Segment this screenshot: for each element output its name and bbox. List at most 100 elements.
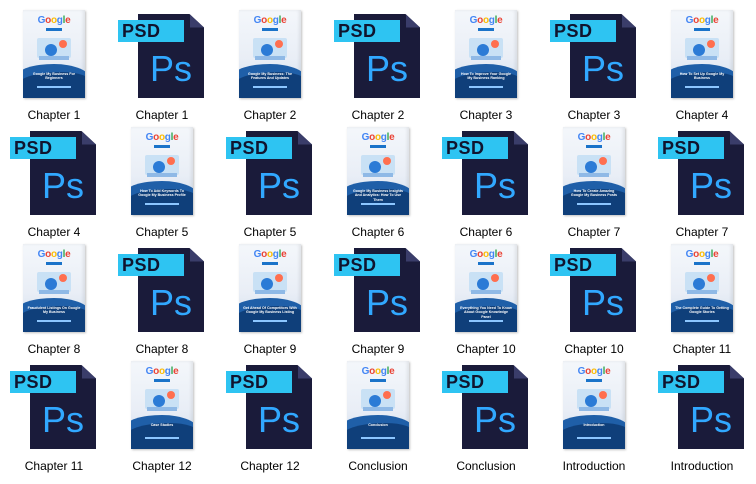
file-name-label: Introduction (562, 459, 626, 473)
ebook-cover-file-item[interactable]: Google How To Improve Your Google My Busi… (432, 8, 540, 125)
psd-file-icon: PSD Ps (544, 8, 644, 100)
psd-file-icon: PSD Ps (220, 125, 320, 217)
cover-illustration-dot (599, 157, 607, 165)
cover-illustration-bar (471, 56, 501, 60)
cover-subtitle-bar (262, 28, 278, 31)
cover-illustration-circle (477, 278, 489, 290)
ebook-cover-thumbnail: Google Conclusion (328, 359, 428, 451)
file-name-label: Chapter 1 (27, 108, 81, 122)
logo-letter: e (65, 249, 71, 260)
photoshop-document-icon: PSD Ps (220, 359, 320, 451)
logo-letter: e (389, 366, 395, 377)
psd-file-item[interactable]: PSD Ps Chapter 10 (540, 242, 648, 359)
google-logo: Google (23, 16, 85, 26)
psd-file-item[interactable]: PSD Ps Chapter 2 (324, 8, 432, 125)
google-logo: Google (563, 367, 625, 377)
ebook-cover-file-item[interactable]: Google Everything You Need To Know About … (432, 242, 540, 359)
psd-file-item[interactable]: PSD Ps Chapter 7 (648, 125, 756, 242)
psd-file-icon: PSD Ps (652, 125, 752, 217)
psd-file-item[interactable]: PSD Ps Introduction (648, 359, 756, 476)
google-logo: Google (563, 133, 625, 143)
ebook-cover-thumbnail: Google Google My Business Insights And An… (328, 125, 428, 217)
ebook-cover-file-item[interactable]: Google Google My Business For Beginners Ch… (0, 8, 108, 125)
cover-subtitle-bar (154, 145, 170, 148)
ps-glyph: Ps (42, 165, 85, 206)
ps-glyph: Ps (42, 399, 85, 440)
google-logo: Google (455, 16, 517, 26)
logo-letter: e (497, 249, 503, 260)
book-cover: Google How To Set Up Google My Business (671, 10, 733, 98)
ebook-cover-file-item[interactable]: Google Introduction Introduction (540, 359, 648, 476)
ebook-cover-file-item[interactable]: Google How To Create Amazing Google My Bu… (540, 125, 648, 242)
psd-file-item[interactable]: PSD Ps Chapter 6 (432, 125, 540, 242)
cover-illustration-circle (585, 395, 597, 407)
google-logo: Google (23, 250, 85, 260)
ebook-cover-thumbnail: Google Get Ahead Of Competitors With Goog… (220, 242, 320, 334)
file-name-label: Chapter 8 (135, 342, 189, 356)
cover-title: Get Ahead Of Competitors With Google My … (243, 306, 297, 315)
cover-subtitle-bar (694, 262, 710, 265)
cover-illustration-bar (579, 407, 609, 411)
ebook-cover-file-item[interactable]: Google Case Studies Chapter 12 (108, 359, 216, 476)
psd-file-item[interactable]: PSD Ps Chapter 4 (0, 125, 108, 242)
cover-illustration-circle (693, 278, 705, 290)
cover-illustration-bar (363, 173, 393, 177)
photoshop-document-icon: PSD Ps (544, 242, 644, 334)
ebook-cover-file-item[interactable]: Google Fraudulent Listings On Google My B… (0, 242, 108, 359)
psd-badge-text: PSD (554, 255, 593, 275)
book-cover: Google Google My Business For Beginners (23, 10, 85, 98)
psd-file-item[interactable]: PSD Ps Chapter 12 (216, 359, 324, 476)
photoshop-document-icon: PSD Ps (652, 125, 752, 217)
cover-title: Fraudulent Listings On Google My Busines… (27, 306, 81, 315)
ebook-cover-file-item[interactable]: Google Google My Business: The Features A… (216, 8, 324, 125)
psd-file-item[interactable]: PSD Ps Chapter 9 (324, 242, 432, 359)
ebook-cover-file-item[interactable]: Google How To Add Keywords To Google My B… (108, 125, 216, 242)
page-fold (81, 131, 96, 145)
psd-file-icon: PSD Ps (4, 359, 104, 451)
page-fold (81, 365, 96, 379)
psd-file-item[interactable]: PSD Ps Chapter 5 (216, 125, 324, 242)
cover-underline (577, 437, 611, 439)
photoshop-document-icon: PSD Ps (4, 359, 104, 451)
psd-file-item[interactable]: PSD Ps Chapter 3 (540, 8, 648, 125)
logo-letter: e (173, 132, 179, 143)
ebook-cover-thumbnail: Google Google My Business For Beginners (4, 8, 104, 100)
psd-file-item[interactable]: PSD Ps Chapter 11 (0, 359, 108, 476)
ps-glyph: Ps (690, 399, 733, 440)
book-cover: Google Everything You Need To Know About … (455, 244, 517, 332)
file-name-label: Chapter 11 (24, 459, 84, 473)
cover-illustration-bar (255, 290, 285, 294)
cover-illustration-circle (45, 44, 57, 56)
cover-illustration-dot (383, 157, 391, 165)
cover-underline (577, 203, 611, 205)
logo-letter: e (713, 15, 719, 26)
ps-glyph: Ps (690, 165, 733, 206)
cover-illustration-dot (59, 40, 67, 48)
psd-file-item[interactable]: PSD Ps Chapter 1 (108, 8, 216, 125)
cover-illustration-circle (261, 278, 273, 290)
ebook-cover-file-item[interactable]: Google The Complete Guide To Getting Goog… (648, 242, 756, 359)
psd-file-item[interactable]: PSD Ps Conclusion (432, 359, 540, 476)
book-cover: Google Get Ahead Of Competitors With Goog… (239, 244, 301, 332)
photoshop-document-icon: PSD Ps (328, 8, 428, 100)
ebook-cover-file-item[interactable]: Google Get Ahead Of Competitors With Goog… (216, 242, 324, 359)
cover-underline (145, 203, 179, 205)
ebook-cover-file-item[interactable]: Google Conclusion Conclusion (324, 359, 432, 476)
ps-glyph: Ps (582, 48, 625, 89)
cover-illustration-dot (599, 391, 607, 399)
psd-file-icon: PSD Ps (544, 242, 644, 334)
file-name-label: Chapter 1 (135, 108, 189, 122)
ebook-cover-file-item[interactable]: Google Google My Business Insights And An… (324, 125, 432, 242)
book-cover: Google Google My Business Insights And An… (347, 127, 409, 215)
cover-subtitle-bar (478, 262, 494, 265)
psd-badge-text: PSD (122, 21, 161, 41)
logo-letter: e (281, 15, 287, 26)
google-logo: Google (347, 367, 409, 377)
cover-title: How To Create Amazing Google My Business… (570, 189, 618, 198)
cover-subtitle-bar (586, 379, 602, 382)
photoshop-document-icon: PSD Ps (436, 125, 536, 217)
psd-file-item[interactable]: PSD Ps Chapter 8 (108, 242, 216, 359)
ebook-cover-thumbnail: Google Everything You Need To Know About … (436, 242, 536, 334)
file-name-label: Chapter 12 (240, 459, 300, 473)
ebook-cover-file-item[interactable]: Google How To Set Up Google My Business Ch… (648, 8, 756, 125)
